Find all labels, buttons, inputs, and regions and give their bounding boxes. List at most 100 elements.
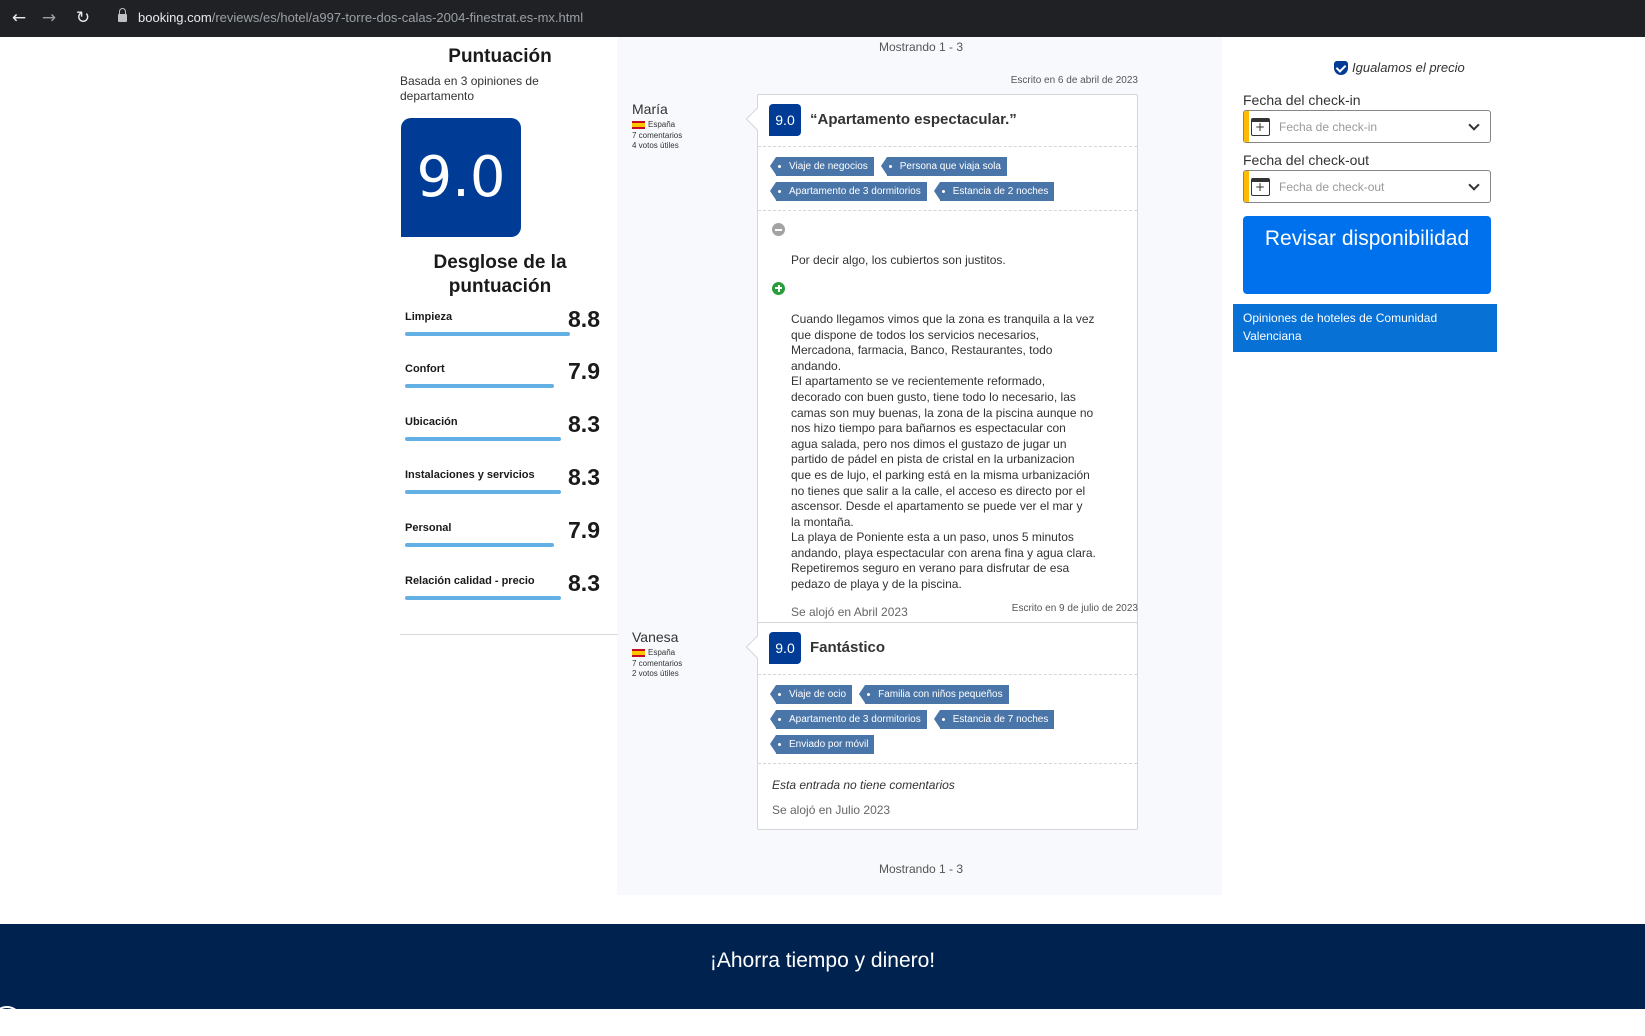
category-facilities: Instalaciones y servicios 8.3 (405, 464, 600, 519)
category-value: 8.3 (568, 411, 600, 437)
review-score-badge: 9.0 (769, 632, 801, 664)
calendar-icon (1251, 178, 1270, 196)
category-cleanliness: Limpieza 8.8 (405, 306, 600, 361)
url-path: /reviews/es/hotel/a997-torre-dos-calas-2… (211, 10, 584, 25)
country-name: España (648, 120, 676, 129)
category-comfort: Confort 7.9 (405, 358, 600, 413)
review-title[interactable]: Fantástico (810, 639, 885, 656)
category-value: 8.8 (568, 306, 600, 332)
footer: ¡Ahorra tiempo y dinero! (0, 924, 1645, 1036)
reviewer-votes: 2 votos útiles (632, 669, 679, 678)
review-body: Esta entrada no tiene comentarios Se alo… (758, 764, 1137, 829)
checkin-date-field[interactable]: Fecha de check-in (1243, 110, 1491, 143)
checkin-label: Fecha del check-in (1243, 92, 1361, 108)
country-name: España (648, 648, 676, 657)
reviewer-name: Vanesa (632, 629, 679, 645)
category-bar (405, 437, 561, 441)
review-positive-text: Cuando llegamos vimos que la zona es tra… (791, 311, 1096, 592)
check-availability-button[interactable]: Revisar disponibilidad (1243, 216, 1491, 294)
lock-icon (118, 8, 127, 22)
category-value: 8.3 (568, 464, 600, 490)
url-domain: booking.com (138, 10, 212, 25)
review-card: 9.0 “Apartamento espectacular.” Viaje de… (745, 94, 1138, 632)
category-location: Ubicación 8.3 (405, 411, 600, 466)
checkin-placeholder: Fecha de check-in (1279, 120, 1378, 134)
category-value: 7.9 (568, 358, 600, 384)
category-bar (405, 543, 554, 547)
category-label: Ubicación (405, 416, 458, 428)
category-label: Instalaciones y servicios (405, 469, 535, 481)
review-body: Por decir algo, los cubiertos son justit… (758, 211, 1137, 631)
category-label: Confort (405, 363, 445, 375)
divider (400, 634, 618, 635)
review-tag: Estancia de 7 noches (933, 710, 1055, 729)
showing-count-top: Mostrando 1 - 3 (878, 40, 964, 54)
review-positive: Cuando llegamos vimos que la zona es tra… (772, 281, 1123, 593)
region-reviews-link[interactable]: Opiniones de hoteles de Comunidad Valenc… (1233, 304, 1497, 352)
checkout-label: Fecha del check-out (1243, 152, 1370, 168)
score-title: Puntuación (448, 46, 552, 67)
reviewer-country: España (632, 120, 742, 129)
category-value: 7.9 (568, 517, 600, 543)
spain-flag-icon (632, 120, 645, 129)
price-match-text: Igualamos el precio (1352, 60, 1465, 75)
showing-count-bottom: Mostrando 1 - 3 (878, 862, 964, 876)
reviewer-votes: 4 votos útiles (632, 141, 679, 150)
chevron-down-icon (1468, 119, 1480, 131)
review-tags: Viaje de negocios Persona que viaja sola … (758, 147, 1137, 211)
checkout-placeholder: Fecha de check-out (1279, 180, 1385, 194)
breakdown-title: Desglose de la puntuación (433, 252, 567, 297)
review-tag: Estancia de 2 noches (933, 182, 1055, 201)
review-score-badge: 9.0 (769, 104, 801, 136)
url-text[interactable]: booking.com/reviews/es/hotel/a997-torre-… (138, 10, 583, 25)
reload-icon[interactable]: ↻ (72, 7, 94, 29)
plus-circle-icon (772, 281, 785, 295)
review-negative: Por decir algo, los cubiertos son justit… (772, 222, 1123, 269)
address-bar[interactable]: booking.com/reviews/es/hotel/a997-torre-… (106, 4, 1636, 32)
review-tag: Apartamento de 3 dormitorios (770, 182, 927, 201)
category-value-for-money: Relación calidad - precio 8.3 (405, 570, 600, 625)
back-arrow-icon[interactable]: ← (8, 7, 30, 29)
reviewer-name: María (632, 101, 668, 117)
category-label: Relación calidad - precio (405, 575, 535, 587)
category-staff: Personal 7.9 (405, 517, 600, 572)
reviewer-comments-count: 7 comentarios (632, 659, 683, 668)
review-date: Escrito en 9 de julio de 2023 (1011, 603, 1138, 614)
reviewer-info: María España 7 comentarios 4 votos útile… (632, 101, 742, 151)
review-tags: Viaje de ocio Familia con niños pequeños … (758, 675, 1137, 764)
reviewer-comments-count: 7 comentarios (632, 131, 683, 140)
review-tag: Viaje de ocio (769, 685, 853, 704)
category-bar (405, 596, 561, 600)
category-bar (405, 384, 554, 388)
calendar-icon (1251, 118, 1270, 136)
review-card: 9.0 Fantástico Viaje de ocio Familia con … (745, 622, 1138, 830)
review-tag: Apartamento de 3 dormitorios (770, 710, 927, 729)
price-match-link[interactable]: Igualamos el precio (1334, 60, 1465, 75)
review-tag: Viaje de negocios (770, 157, 874, 176)
category-bar (405, 332, 570, 336)
stay-date: Se alojó en Julio 2023 (772, 803, 891, 817)
no-comment-text: Esta entrada no tiene comentarios (772, 778, 955, 792)
review-negative-text: Por decir algo, los cubiertos son justit… (791, 253, 1006, 268)
review-date: Escrito en 6 de abril de 2023 (1010, 75, 1138, 86)
review-tag: Persona que viaja sola (880, 157, 1007, 176)
minus-circle-icon (772, 223, 785, 236)
review-tag: Enviado por móvil (769, 735, 875, 754)
forward-arrow-icon[interactable]: → (38, 7, 60, 29)
category-value: 8.3 (568, 570, 600, 596)
overall-score-badge: 9.0 (401, 118, 521, 237)
review-header: 9.0 Fantástico (758, 623, 1137, 675)
check-shield-icon (1334, 60, 1348, 75)
category-bar (405, 490, 561, 494)
footer-title: ¡Ahorra tiempo y dinero! (709, 949, 936, 972)
chevron-down-icon (1468, 179, 1480, 191)
checkout-date-field[interactable]: Fecha de check-out (1243, 170, 1491, 203)
footer-circle-icon (0, 1006, 22, 1036)
review-tag: Familia con niños pequeños (859, 685, 1009, 704)
category-label: Limpieza (405, 311, 453, 323)
reviewer-info: Vanesa España 7 comentarios 2 votos útil… (632, 629, 742, 679)
score-subtitle: Basada en 3 opiniones de departamento (400, 74, 539, 103)
browser-toolbar: ← → ↻ booking.com/reviews/es/hotel/a997-… (0, 0, 1645, 37)
review-title[interactable]: “Apartamento espectacular.” (810, 111, 1017, 128)
spain-flag-icon (632, 648, 645, 657)
